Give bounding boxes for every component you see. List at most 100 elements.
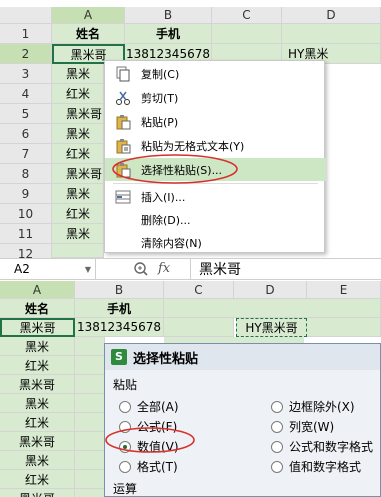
col-header-b[interactable]: B xyxy=(125,7,212,24)
cell-a4-bottom[interactable]: 红米 xyxy=(0,356,75,375)
col-header-a[interactable]: A xyxy=(52,7,125,24)
row-header-7[interactable]: 7 xyxy=(0,144,52,164)
cell-a4[interactable]: 红米 xyxy=(52,84,104,104)
radio-formulas-number-formats[interactable] xyxy=(271,440,283,453)
col-header-c-bottom[interactable]: C xyxy=(164,281,234,299)
option-formulas-number-formats[interactable]: 公式和数字格式 xyxy=(271,438,373,455)
chevron-down-icon[interactable]: ▼ xyxy=(85,265,91,274)
menu-item-insert[interactable]: 插入(I)... xyxy=(105,185,326,208)
cell-a7[interactable]: 红米 xyxy=(52,144,104,164)
col-header-d[interactable]: D xyxy=(282,7,381,24)
highlight-ellipse-menu xyxy=(112,154,238,184)
option-all-except-borders[interactable]: 边框除外(X) xyxy=(271,398,355,415)
menu-item-clear-contents[interactable]: 清除内容(N) xyxy=(105,231,326,254)
row-header-3[interactable]: 3 xyxy=(0,64,52,84)
cell-b1-bottom[interactable]: 手机 xyxy=(75,299,164,318)
col-header-d-bottom[interactable]: D xyxy=(234,281,307,299)
option-all[interactable]: 全部(A) xyxy=(119,398,179,415)
radio-formats[interactable] xyxy=(119,460,131,473)
cell-a11-bottom[interactable]: 黑米哥 xyxy=(0,489,75,497)
option-values-number-formats[interactable]: 值和数字格式 xyxy=(271,458,361,475)
cell-b10-bottom[interactable] xyxy=(75,470,105,489)
cell-c1-bottom[interactable] xyxy=(164,299,381,318)
row-header-9[interactable]: 9 xyxy=(0,184,52,204)
paste-special-dialog: S 选择性粘贴 粘贴 全部(A) 公式(F) 数值(V) 格式(T) 边框除外(… xyxy=(104,343,381,497)
cell-d2-bottom-copy-marquee[interactable]: HY黑米哥 xyxy=(236,318,307,337)
row-header-11[interactable]: 11 xyxy=(0,224,52,244)
cell-a1[interactable]: 姓名 xyxy=(52,24,125,44)
cell-b9-bottom[interactable] xyxy=(75,451,105,470)
row-header-4[interactable]: 4 xyxy=(0,84,52,104)
row-header-2[interactable]: 2 xyxy=(0,44,52,64)
cell-b7-bottom[interactable] xyxy=(75,413,105,432)
radio-all-except-borders[interactable] xyxy=(271,400,283,413)
menu-label-copy: 复制(C) xyxy=(141,67,180,81)
cell-c2-bottom[interactable] xyxy=(164,318,234,337)
cell-a5[interactable]: 黑米哥 xyxy=(52,104,104,124)
option-formats-label: 格式(T) xyxy=(137,460,178,474)
paste-icon xyxy=(115,114,131,130)
radio-values-number-formats[interactable] xyxy=(271,460,283,473)
cell-a5-bottom[interactable]: 黑米哥 xyxy=(0,375,75,394)
row-header-1[interactable]: 1 xyxy=(0,24,52,44)
menu-label-delete: 删除(D)... xyxy=(141,213,191,227)
row-header-5[interactable]: 5 xyxy=(0,104,52,124)
cell-b8-bottom[interactable] xyxy=(75,432,105,451)
option-formats[interactable]: 格式(T) xyxy=(119,458,178,475)
row-header-6[interactable]: 6 xyxy=(0,124,52,144)
menu-item-paste[interactable]: 粘贴(P) xyxy=(105,110,326,133)
cell-a8-bottom[interactable]: 黑米哥 xyxy=(0,432,75,451)
cell-a2-bottom[interactable]: 黑米哥 xyxy=(0,318,75,337)
radio-all[interactable] xyxy=(119,400,131,413)
cell-a3-bottom[interactable]: 黑米 xyxy=(0,337,75,356)
col-header-b-bottom[interactable]: B xyxy=(75,281,164,299)
row-header-8[interactable]: 8 xyxy=(0,164,52,184)
option-column-widths[interactable]: 列宽(W) xyxy=(271,418,334,435)
menu-item-cut[interactable]: 剪切(T) xyxy=(105,86,326,109)
cell-a9-bottom[interactable]: 黑米 xyxy=(0,451,75,470)
cell-b6-bottom[interactable] xyxy=(75,394,105,413)
formula-bar: A2 ▼ fx 黑米哥 xyxy=(0,258,381,280)
cell-b2-bottom[interactable]: 13812345678 xyxy=(75,318,164,337)
col-header-c[interactable]: C xyxy=(212,7,282,24)
cell-a7-bottom[interactable]: 红米 xyxy=(0,413,75,432)
cell-a1-bottom[interactable]: 姓名 xyxy=(0,299,75,318)
name-box[interactable]: A2 ▼ xyxy=(0,259,96,279)
cell-a10[interactable]: 红米 xyxy=(52,204,104,224)
operation-section-label: 运算 xyxy=(113,482,138,496)
cell-a8[interactable]: 黑米哥 xyxy=(52,164,104,184)
cell-e2-bottom[interactable] xyxy=(307,318,381,337)
col-header-a-bottom[interactable]: A xyxy=(0,281,75,299)
copy-icon xyxy=(115,66,131,82)
menu-item-delete[interactable]: 删除(D)... xyxy=(105,208,326,231)
cell-d1[interactable] xyxy=(282,24,381,44)
radio-column-widths[interactable] xyxy=(271,420,283,433)
cell-a10-bottom[interactable]: 红米 xyxy=(0,470,75,489)
cell-a6-bottom[interactable]: 黑米 xyxy=(0,394,75,413)
fx-icon[interactable]: fx xyxy=(158,261,170,276)
cell-c1[interactable] xyxy=(212,24,282,44)
cell-a6[interactable]: 黑米 xyxy=(52,124,104,144)
row-header-10[interactable]: 10 xyxy=(0,204,52,224)
zoom-icon[interactable] xyxy=(133,261,149,280)
formula-content: 黑米哥 xyxy=(199,262,241,278)
cell-b1[interactable]: 手机 xyxy=(125,24,212,44)
cell-b5-bottom[interactable] xyxy=(75,375,105,394)
cell-b3-bottom[interactable] xyxy=(75,337,105,356)
cell-b4-bottom[interactable] xyxy=(75,356,105,375)
cell-a13[interactable] xyxy=(52,244,104,258)
cell-a11[interactable]: 黑米 xyxy=(52,224,104,244)
cell-a3[interactable]: 黑米 xyxy=(52,64,104,84)
scissors-icon xyxy=(115,90,131,106)
corner-cell[interactable] xyxy=(0,7,52,24)
menu-label-insert: 插入(I)... xyxy=(141,190,186,204)
dialog-title-bar[interactable]: S 选择性粘贴 xyxy=(105,344,380,370)
formula-input[interactable]: 黑米哥 xyxy=(190,259,381,279)
row-header-12[interactable]: 12 xyxy=(0,244,52,258)
cell-a9[interactable]: 黑米 xyxy=(52,184,104,204)
paste-section-label: 粘贴 xyxy=(113,378,138,392)
cell-b11-bottom[interactable] xyxy=(75,489,105,497)
clear-icon-placeholder xyxy=(115,235,131,251)
menu-item-copy[interactable]: 复制(C) xyxy=(105,62,326,85)
col-header-e-bottom[interactable]: E xyxy=(307,281,381,299)
